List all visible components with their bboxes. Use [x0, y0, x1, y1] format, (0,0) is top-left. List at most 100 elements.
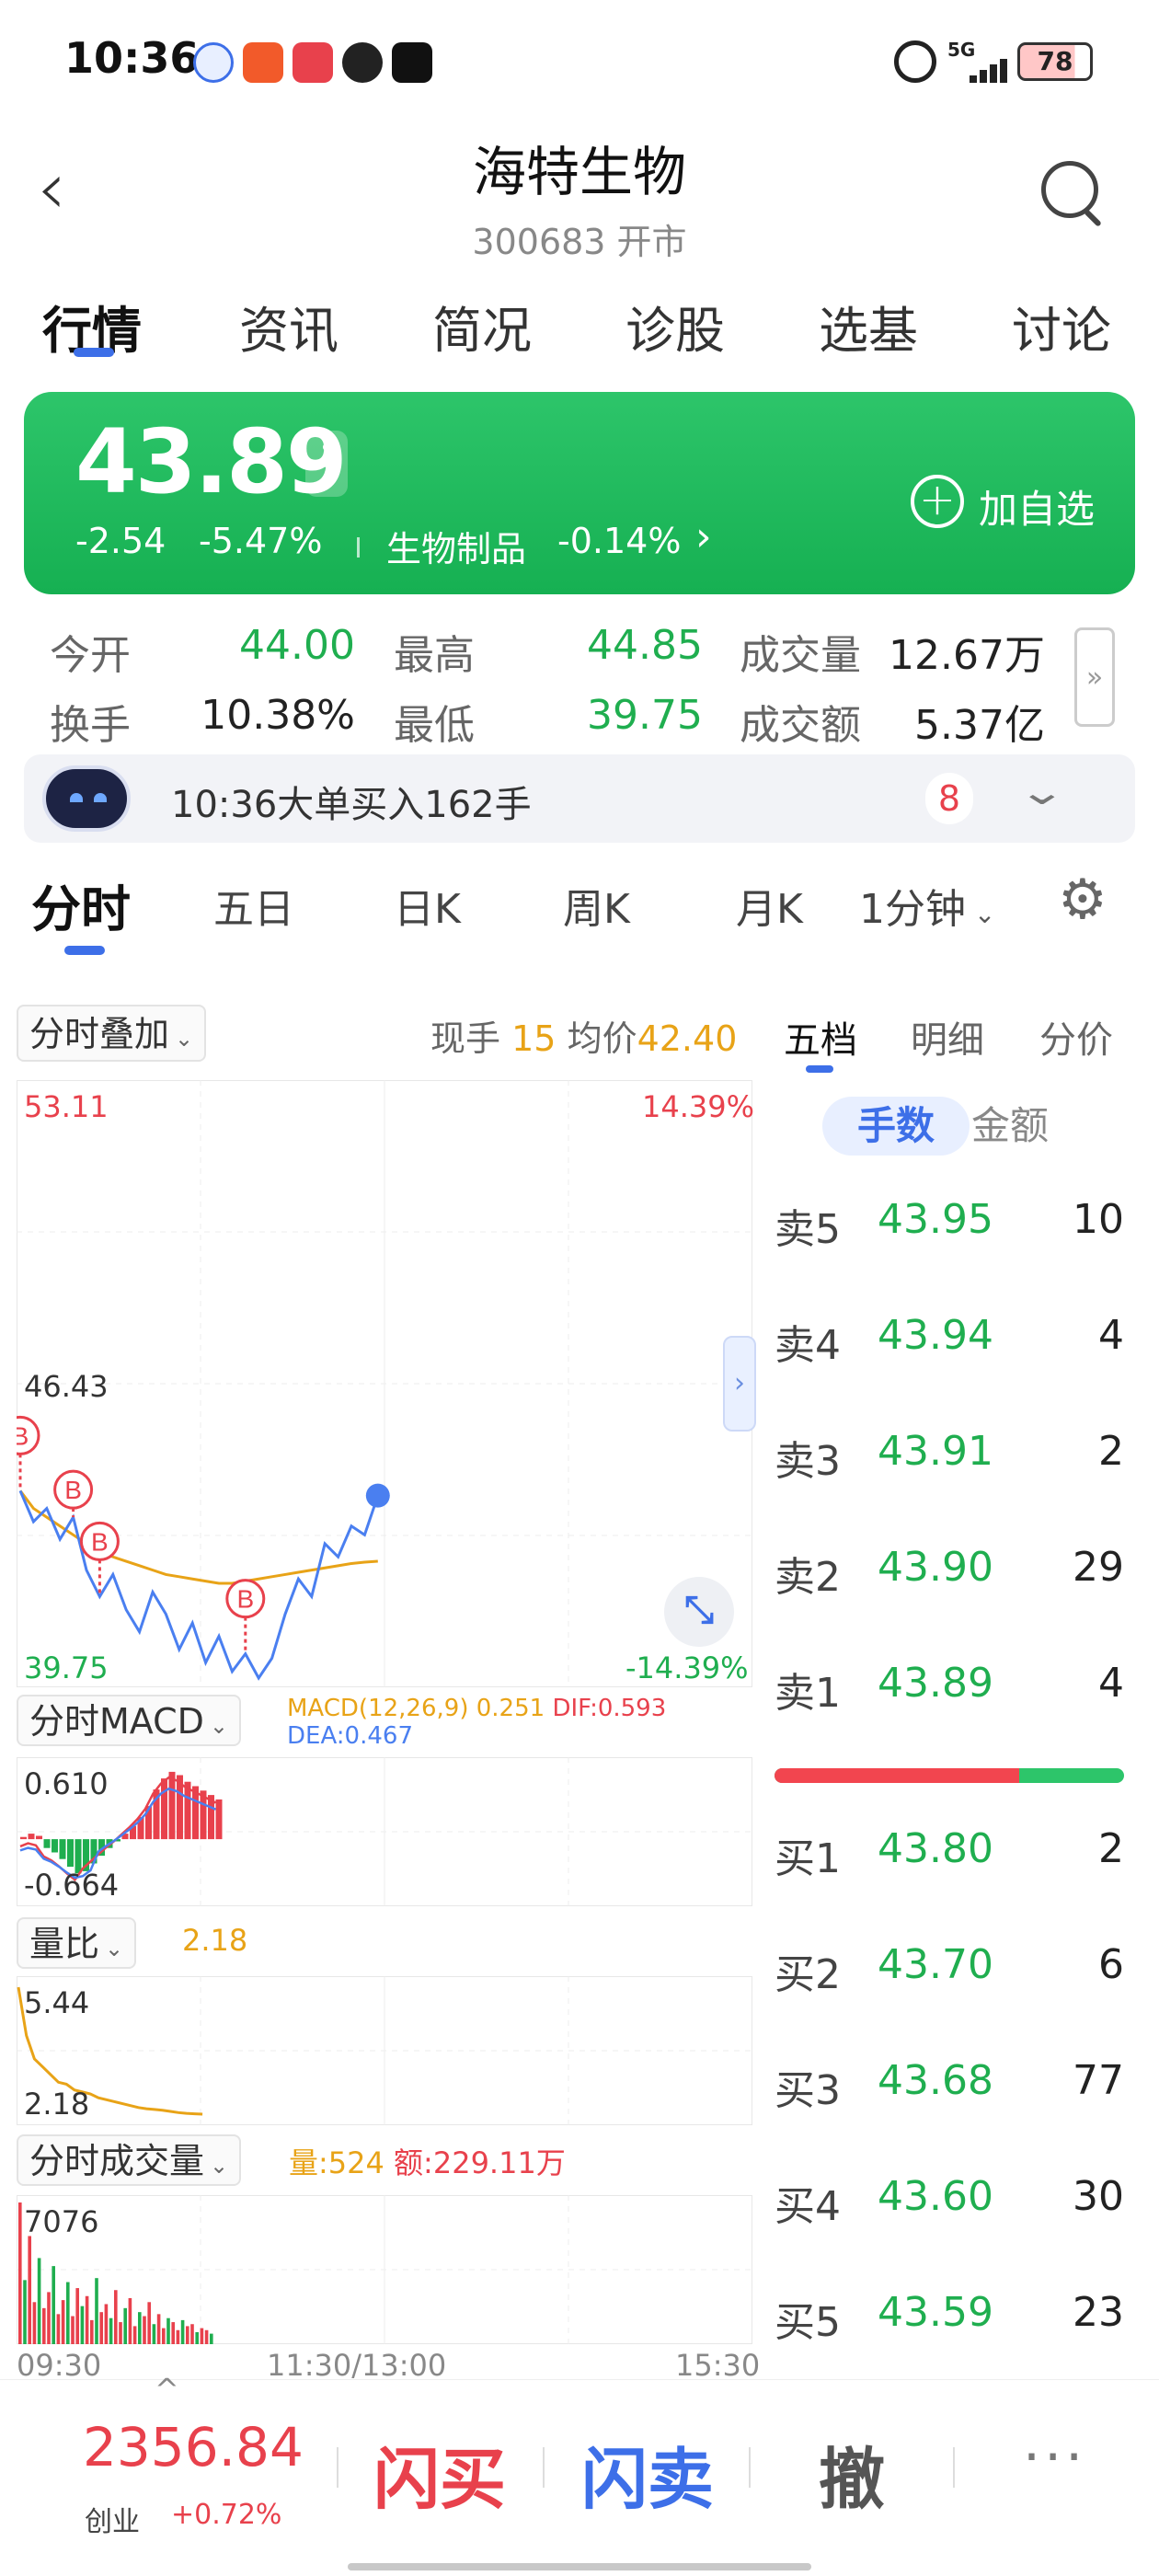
volume-ratio-label: 量比 — [29, 1924, 100, 1964]
ask-row[interactable]: 卖3 43.91 2 — [775, 1422, 1124, 1487]
bid-row[interactable]: 买3 43.68 77 — [775, 2052, 1124, 2116]
chevron-up-icon[interactable]: ^ — [155, 2372, 179, 2407]
volume-ratio-chart[interactable] — [17, 1976, 752, 2125]
index-value[interactable]: 2356.84 — [83, 2416, 304, 2478]
volume-ratio-dropdown[interactable]: 量比 ⌄ — [17, 1917, 137, 1969]
volume-chart[interactable] — [17, 2195, 752, 2344]
bid-row[interactable]: 买2 43.70 6 — [775, 1936, 1124, 2000]
volume-bar — [61, 2300, 65, 2344]
volume-bar — [28, 2236, 31, 2344]
time-mid: 11:30/13:00 — [267, 2348, 447, 2383]
tab-fund-picker[interactable]: 选基 — [819, 290, 918, 362]
ask-volume: 29 — [1073, 1544, 1124, 1591]
home-indicator — [348, 2563, 811, 2570]
app-notification-icon — [193, 42, 234, 83]
divider — [357, 537, 360, 558]
dif-value: 0.593 — [597, 1695, 667, 1722]
ob-mode-lots[interactable]: 手数 — [822, 1097, 970, 1156]
vr-y-top: 5.44 — [24, 1985, 90, 2020]
volume-bar — [210, 2333, 213, 2344]
volume-bar — [99, 2312, 103, 2344]
alarm-icon — [894, 40, 936, 83]
ask-price: 43.90 — [878, 1544, 993, 1591]
volume-bar — [71, 2316, 75, 2344]
cancel-order-button[interactable]: 撤 — [819, 2425, 885, 2522]
flash-sell-button[interactable]: 闪卖 — [581, 2425, 714, 2522]
dif-label: DIF: — [552, 1695, 598, 1722]
bid-row[interactable]: 买1 43.80 2 — [775, 1820, 1124, 1884]
overlay-dropdown[interactable]: 分时叠加 ⌄ — [17, 1005, 207, 1062]
ob-mode-amount[interactable]: 金额 — [971, 1097, 1063, 1156]
period-tab-weekly[interactable]: 周K — [563, 876, 630, 935]
tab-discussion[interactable]: 讨论 — [1012, 290, 1111, 362]
period-tab-intraday[interactable]: 分时 — [31, 868, 131, 941]
main-tabs: 行情 资讯 简况 诊股 选基 讨论 — [0, 276, 1159, 368]
period-tab-5day[interactable]: 五日 — [213, 876, 294, 935]
macd-chart[interactable] — [17, 1757, 752, 1906]
macd-histogram-bar — [36, 1835, 42, 1840]
tab-diagnosis[interactable]: 诊股 — [625, 290, 725, 362]
avg-price-value: 42.40 — [637, 1018, 738, 1059]
ask-row[interactable]: 卖4 43.94 4 — [775, 1306, 1124, 1371]
tab-profile[interactable]: 简况 — [432, 290, 532, 362]
dea-label: DEA: — [287, 1722, 345, 1750]
chevron-right-icon[interactable]: › — [695, 513, 712, 560]
volume-bar — [47, 2292, 51, 2344]
gear-icon[interactable]: ⚙ — [1058, 872, 1117, 931]
add-watchlist-button[interactable]: + 加自选 — [911, 467, 1122, 534]
expand-orderbook-handle[interactable]: › — [723, 1336, 756, 1432]
bid-label: 买4 — [775, 2183, 841, 2230]
tab-news[interactable]: 资讯 — [239, 290, 339, 362]
alert-count-badge: 8 — [925, 773, 973, 824]
ask-row[interactable]: 卖2 43.90 29 — [775, 1538, 1124, 1603]
volume-bar — [176, 2329, 180, 2344]
time-end: 15:30 — [675, 2348, 761, 2383]
ask-row[interactable]: 卖1 43.89 4 — [775, 1654, 1124, 1719]
price-card: 43.89 -2.54 -5.47% 生物制品 -0.14% › + 加自选 — [24, 392, 1135, 594]
more-dots-icon[interactable] — [305, 431, 348, 497]
chevron-down-icon[interactable]: ⌄ — [1017, 771, 1067, 813]
macd-histogram-bar — [168, 1771, 176, 1840]
ob-tab-five-levels[interactable]: 五档 — [784, 1010, 857, 1064]
ob-tab-price-dist[interactable]: 分价 — [1039, 1010, 1113, 1064]
amt-value: 229.11万 — [432, 2145, 566, 2180]
more-menu-button[interactable]: ··· — [1023, 2425, 1086, 2490]
volume-bar — [52, 2266, 55, 2344]
fullscreen-icon[interactable]: ⤡ — [664, 1577, 734, 1647]
ob-tab-details[interactable]: 明细 — [911, 1010, 984, 1064]
macd-histogram-bar — [59, 1839, 66, 1859]
bid-row[interactable]: 买5 43.59 23 — [775, 2283, 1124, 2348]
volume-label: 分时成交量 — [29, 2141, 205, 2181]
dea-value: 0.467 — [344, 1722, 413, 1750]
stat-low: 39.75 — [587, 692, 703, 739]
macd-dropdown[interactable]: 分时MACD ⌄ — [17, 1695, 242, 1746]
expand-stats-icon[interactable]: » — [1074, 627, 1115, 727]
volume-bar — [180, 2319, 185, 2344]
sector-name[interactable]: 生物制品 — [386, 521, 526, 571]
period-tab-monthly[interactable]: 月K — [736, 876, 803, 935]
ask-row[interactable]: 卖5 43.95 10 — [775, 1190, 1124, 1255]
ob-tab-indicator — [806, 1065, 833, 1073]
flash-buy-button[interactable]: 闪买 — [373, 2425, 506, 2522]
volume-bar — [104, 2304, 109, 2344]
volume-bar — [90, 2319, 94, 2344]
sector-pct[interactable]: -0.14% — [557, 521, 681, 561]
search-icon[interactable] — [1041, 161, 1098, 218]
stat-amount: 5.37亿 — [914, 702, 1045, 749]
macd-label: 分时MACD — [29, 1701, 204, 1742]
volume-bar — [190, 2324, 194, 2344]
volume-dropdown[interactable]: 分时成交量 ⌄ — [17, 2134, 242, 2186]
period-tab-1min[interactable]: 1分钟 ⌄ — [859, 876, 995, 935]
volume-bar — [23, 2280, 27, 2344]
bid-row[interactable]: 买4 43.60 30 — [775, 2168, 1124, 2232]
price-change: -2.54 — [75, 521, 166, 561]
macd-value: 0.251 — [476, 1695, 545, 1722]
ask-price: 43.95 — [878, 1196, 993, 1243]
period-tab-daily[interactable]: 日K — [394, 876, 461, 935]
volume-bar — [80, 2306, 85, 2344]
tab-indicator — [74, 348, 114, 357]
buy-marker-label: B — [236, 1585, 254, 1614]
intraday-chart[interactable]: BBBB — [17, 1080, 752, 1687]
bid-price: 43.60 — [878, 2173, 993, 2220]
big-order-alert[interactable]: 10:36大单买入162手 8 ⌄ — [24, 754, 1135, 843]
